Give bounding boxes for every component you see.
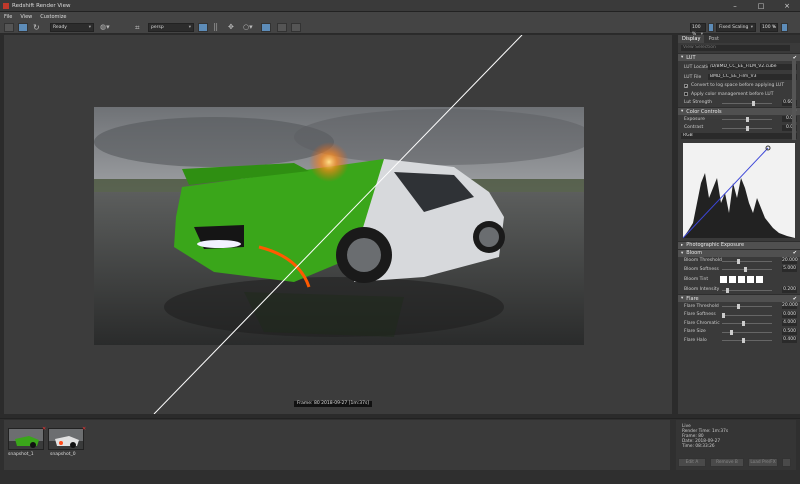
grid-icon[interactable]: ⣿	[213, 23, 223, 32]
remove-button[interactable]: Remove B	[710, 458, 744, 467]
minimize-button[interactable]: –	[722, 0, 748, 12]
zoom-left-field[interactable]: 100 %	[690, 23, 706, 38]
snapshot-thumbnail[interactable]	[8, 428, 44, 450]
zoom-lock-button[interactable]	[708, 23, 714, 32]
globe-icon[interactable]: ◍▾	[100, 23, 114, 32]
section-lut[interactable]: ▾ LUT ✔	[678, 53, 800, 61]
tab-post[interactable]: Post	[704, 35, 722, 43]
menu-file[interactable]: File	[4, 14, 12, 20]
exposure-slider[interactable]	[722, 117, 772, 122]
color-management-checkbox[interactable]	[684, 92, 688, 97]
lut-file-select[interactable]: BMD_CC_EE_Film_V3	[708, 74, 797, 80]
lut-location-field[interactable]: /D/BMD_CC_EE_FILM_V2.cube	[708, 64, 797, 70]
move-icon[interactable]: ✥	[228, 23, 238, 32]
contrast-slider[interactable]	[722, 125, 772, 131]
snapshot-close-icon[interactable]: ✕	[42, 426, 46, 432]
flare-threshold-slider[interactable]	[722, 304, 772, 309]
camera-select[interactable]: persp	[148, 23, 194, 32]
maximize-button[interactable]: □	[748, 0, 774, 12]
window-title: Redshift Render View	[12, 2, 71, 9]
circle-icon[interactable]: ○▾	[243, 23, 257, 32]
bloom-intensity-slider[interactable]	[722, 287, 772, 293]
crop-icon[interactable]: ⌗	[135, 23, 145, 32]
bloom-threshold-slider[interactable]	[722, 258, 772, 264]
edit-button[interactable]: Edit A	[678, 458, 706, 467]
menu-view[interactable]: View	[20, 14, 32, 20]
flare-halo-slider[interactable]	[722, 338, 772, 343]
refresh-icon[interactable]: ↻	[33, 23, 43, 32]
frame-info-label: Frame: 80 2018-09-27 [1m:37s]	[294, 401, 373, 407]
snapshot-close-icon[interactable]: ✕	[82, 426, 86, 432]
snapshot-label: snapshot_0	[50, 452, 76, 457]
section-flare[interactable]: ▾ Flare ✔	[678, 294, 800, 302]
log-space-checkbox[interactable]: ✓	[684, 83, 688, 88]
flare-softness-slider[interactable]	[722, 312, 772, 318]
snapshot-label: snapshot_1	[8, 452, 34, 457]
view-selection-field[interactable]: View Selection	[681, 45, 790, 51]
snapshot-thumbnail[interactable]	[48, 428, 84, 450]
bloom-tint-swatches[interactable]	[720, 275, 763, 283]
panel-scrollbar[interactable]	[792, 60, 796, 140]
section-photographic-exposure[interactable]: ▸ Photographic Exposure	[678, 240, 800, 249]
close-button[interactable]: ×	[774, 0, 800, 12]
section-bloom[interactable]: ▾ Bloom ✔	[678, 248, 800, 257]
status-select[interactable]: Ready	[50, 23, 94, 32]
region-render-button[interactable]	[198, 23, 208, 32]
menu-bar: File View Customize	[0, 12, 800, 21]
snapshot-strip: ✕ snapshot_1 ✕ snapshot_0	[4, 420, 670, 470]
settings-panel: Display Post View Selection ▾ LUT ✔ LUT Lo…	[678, 35, 800, 414]
section-color-controls[interactable]: ▾Color Controls✔	[678, 107, 800, 115]
save-image-icon[interactable]	[4, 23, 14, 32]
bloom-softness-slider[interactable]	[722, 267, 772, 272]
menu-customize[interactable]: Customize	[40, 14, 66, 20]
render-viewport[interactable]: Frame: 80 2018-09-27 [1m:37s]	[4, 35, 672, 414]
toolbar: ↻ Ready ◍▾ ⌗ persp ⣿ ✥ ○▾ 100 % Fixed Sc…	[0, 21, 800, 38]
snapshot-button[interactable]	[277, 23, 287, 32]
zoom-right-field[interactable]: 100 %	[760, 23, 778, 32]
copy-snapshot-button[interactable]	[291, 23, 301, 32]
curves-histogram[interactable]	[683, 142, 795, 238]
app-icon	[3, 2, 9, 9]
lut-strength-slider[interactable]	[722, 100, 772, 106]
channel-select[interactable]: RGB	[681, 133, 797, 139]
exposure-lock-button[interactable]	[781, 23, 788, 32]
flare-size-slider[interactable]	[722, 329, 772, 335]
start-render-button[interactable]	[18, 23, 28, 32]
scaling-select[interactable]: Fixed Scaling	[716, 23, 756, 32]
settings-icon[interactable]	[782, 458, 791, 467]
tab-display[interactable]: Display	[678, 35, 705, 43]
load-button[interactable]: Load Pre/FX	[748, 458, 778, 467]
flare-chromatic-slider[interactable]	[722, 321, 772, 326]
info-time: Time: 08:33:26	[682, 444, 715, 449]
title-bar: Redshift Render View – □ ×	[0, 0, 800, 12]
bucket-render-button[interactable]	[261, 23, 271, 32]
